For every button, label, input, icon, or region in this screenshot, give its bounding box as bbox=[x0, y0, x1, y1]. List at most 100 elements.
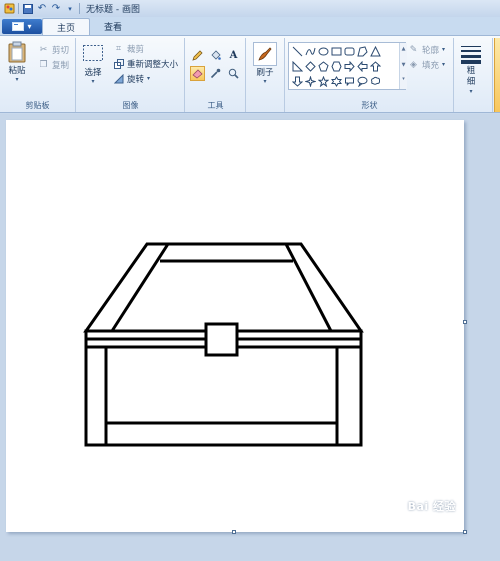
resize-handle-bottom[interactable] bbox=[232, 530, 236, 534]
paint-menu-button[interactable]: ▾ bbox=[2, 19, 42, 34]
six-point-star-shape-icon[interactable] bbox=[330, 75, 342, 87]
chevron-down-icon: ▾ bbox=[15, 76, 19, 83]
fill-icon[interactable] bbox=[208, 48, 223, 63]
pencil-icon[interactable] bbox=[190, 48, 205, 63]
resize-label: 重新调整大小 bbox=[127, 60, 179, 70]
down-arrow-shape-icon[interactable] bbox=[291, 75, 303, 87]
five-point-star-shape-icon[interactable] bbox=[317, 75, 329, 87]
fill-button[interactable]: ◈ 填充 ▾ bbox=[408, 59, 445, 71]
group-label: 工具 bbox=[207, 101, 224, 110]
save-icon[interactable] bbox=[21, 2, 35, 15]
ribbon: 粘贴 ▾ ✂ 剪切 ❐ 复制 剪贴板 选择 ▾ ⌗ 裁剪 重新调整大小 旋转 ▾… bbox=[0, 35, 500, 113]
rounded-callout-shape-icon[interactable] bbox=[343, 75, 355, 87]
resize-handle-corner[interactable] bbox=[463, 530, 467, 534]
rotate-icon bbox=[113, 74, 124, 85]
paste-button[interactable]: 粘贴 ▾ bbox=[5, 40, 29, 84]
shapes-scrollbar[interactable]: ▲ ▼ ▾ bbox=[399, 43, 407, 89]
group-label: 形状 bbox=[361, 101, 378, 110]
crop-button[interactable]: ⌗ 裁剪 bbox=[113, 43, 144, 55]
color-1-swatch[interactable] bbox=[494, 38, 500, 112]
oval-shape-icon[interactable] bbox=[317, 45, 329, 57]
crop-label: 裁剪 bbox=[127, 45, 145, 55]
clipboard-icon bbox=[5, 40, 29, 64]
brushes-group: 刷子 ▾ bbox=[247, 38, 285, 112]
line-shape-icon[interactable] bbox=[291, 45, 303, 57]
paint-app-icon[interactable] bbox=[2, 2, 16, 15]
color-picker-icon[interactable] bbox=[208, 66, 223, 81]
select-label: 选择 bbox=[84, 68, 102, 78]
canvas-workspace: Bai 经验 bbox=[0, 114, 500, 561]
fill-bucket-icon: ◈ bbox=[410, 60, 417, 70]
triangle-shape-icon[interactable] bbox=[369, 45, 381, 57]
outline-button[interactable]: ✎ 轮廓 ▾ bbox=[408, 44, 445, 56]
size-button[interactable]: 粗细 ▾ bbox=[459, 42, 483, 96]
copy-icon: ❐ bbox=[39, 60, 48, 70]
oval-callout-shape-icon[interactable] bbox=[356, 75, 368, 87]
curve-shape-icon[interactable] bbox=[304, 45, 316, 57]
chevron-down-icon: ▾ bbox=[442, 61, 446, 68]
size-label: 粗细 bbox=[466, 66, 476, 87]
lock bbox=[204, 322, 239, 357]
eraser-icon[interactable] bbox=[190, 66, 205, 81]
tab-view[interactable]: 查看 bbox=[90, 18, 136, 35]
resize-button[interactable]: 重新调整大小 bbox=[113, 58, 178, 70]
cut-label: 剪切 bbox=[52, 46, 70, 56]
shapes-group: ▲ ▼ ▾ ✎ 轮廓 ▾ ◈ 填充 ▾ 形状 bbox=[286, 38, 454, 112]
rotate-label: 旋转 bbox=[127, 75, 145, 85]
separator bbox=[79, 3, 80, 14]
brushes-label: 刷子 bbox=[256, 68, 274, 78]
customize-quick-access-icon[interactable]: ▾ bbox=[63, 2, 77, 15]
size-group: 粗细 ▾ bbox=[455, 38, 493, 112]
brushes-button[interactable]: 刷子 ▾ bbox=[253, 42, 277, 86]
hexagon-shape-icon[interactable] bbox=[330, 60, 342, 72]
window-title: 无标题 - 画图 bbox=[86, 5, 140, 15]
text-icon[interactable]: A bbox=[226, 48, 241, 63]
resize-icon bbox=[113, 59, 124, 70]
rounded-rectangle-shape-icon[interactable] bbox=[343, 45, 355, 57]
drawing-canvas[interactable]: Bai 经验 bbox=[6, 120, 464, 532]
polygon-shape-icon[interactable] bbox=[356, 45, 368, 57]
fill-label: 填充 bbox=[422, 61, 440, 71]
treasure-box-drawing bbox=[83, 242, 364, 447]
lid-outline bbox=[83, 242, 364, 333]
pentagon-shape-icon[interactable] bbox=[317, 60, 329, 72]
crop-icon: ⌗ bbox=[115, 44, 122, 54]
select-rectangle-icon bbox=[81, 42, 105, 66]
select-button[interactable]: 选择 ▾ bbox=[81, 42, 105, 86]
group-label: 图像 bbox=[122, 101, 139, 110]
rotate-button[interactable]: 旋转 ▾ bbox=[113, 73, 150, 85]
chevron-down-icon: ▾ bbox=[91, 78, 95, 85]
scroll-down-icon[interactable]: ▼ bbox=[400, 62, 407, 68]
paste-label: 粘贴 bbox=[8, 66, 26, 76]
copy-button[interactable]: ❐ 复制 bbox=[38, 59, 69, 71]
resize-handle-right[interactable] bbox=[463, 320, 467, 324]
expand-gallery-icon[interactable]: ▾ bbox=[400, 76, 407, 82]
group-label: 剪贴板 bbox=[25, 101, 50, 110]
cut-button[interactable]: ✂ 剪切 bbox=[38, 44, 69, 56]
redo-icon[interactable]: ↷ bbox=[49, 2, 63, 15]
chevron-down-icon: ▾ bbox=[147, 75, 151, 82]
brush-icon bbox=[253, 42, 277, 66]
undo-icon[interactable]: ↶ bbox=[35, 2, 49, 15]
copy-label: 复制 bbox=[52, 61, 70, 71]
tab-home[interactable]: 主页 bbox=[42, 18, 91, 35]
outline-label: 轮廓 bbox=[422, 46, 440, 56]
right-triangle-shape-icon[interactable] bbox=[291, 60, 303, 72]
separator bbox=[18, 3, 19, 14]
left-arrow-shape-icon[interactable] bbox=[356, 60, 368, 72]
rectangle-shape-icon[interactable] bbox=[330, 45, 342, 57]
tools-group: A 工具 bbox=[186, 38, 246, 112]
image-group: 选择 ▾ ⌗ 裁剪 重新调整大小 旋转 ▾ 图像 bbox=[77, 38, 185, 112]
cloud-callout-shape-icon[interactable] bbox=[369, 75, 381, 87]
chevron-down-icon: ▾ bbox=[442, 46, 446, 53]
left-strap-line bbox=[110, 243, 170, 332]
scroll-up-icon[interactable]: ▲ bbox=[400, 46, 407, 52]
right-arrow-shape-icon[interactable] bbox=[343, 60, 355, 72]
scissors-icon: ✂ bbox=[39, 45, 48, 55]
clipboard-group: 粘贴 ▾ ✂ 剪切 ❐ 复制 剪贴板 bbox=[0, 38, 76, 112]
four-point-star-shape-icon[interactable] bbox=[304, 75, 316, 87]
magnifier-icon[interactable] bbox=[226, 66, 241, 81]
diamond-shape-icon[interactable] bbox=[304, 60, 316, 72]
title-bar: ↶ ↷ ▾ 无标题 - 画图 bbox=[0, 0, 500, 17]
up-arrow-shape-icon[interactable] bbox=[369, 60, 381, 72]
